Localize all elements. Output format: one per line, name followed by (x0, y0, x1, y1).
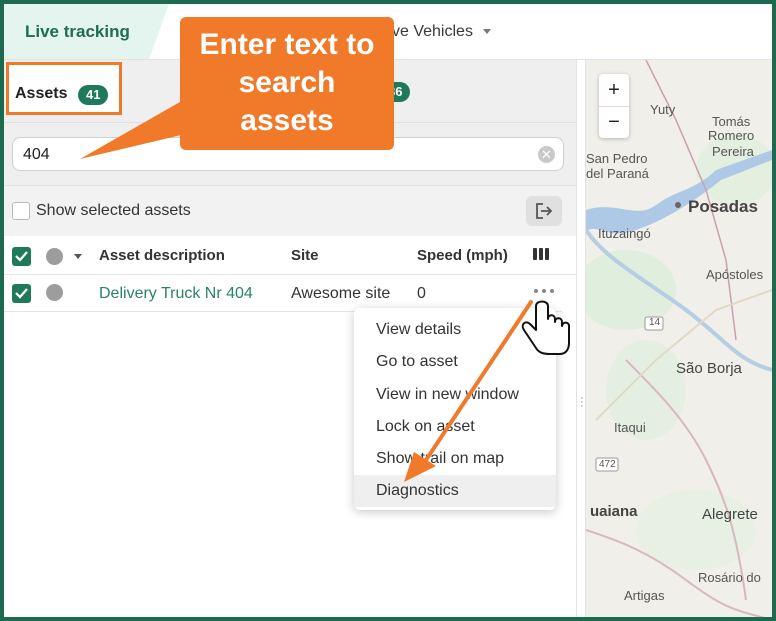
export-button[interactable] (526, 196, 562, 226)
drag-handle-icon: · · · (580, 392, 584, 412)
road-number: 14 (649, 317, 661, 328)
panel-splitter[interactable]: · · · (576, 60, 586, 617)
status-filter-icon[interactable] (46, 248, 63, 265)
map[interactable]: + − Yuty Tomás Romero Pereira San Pedro … (586, 60, 772, 617)
map-label: Posadas (688, 197, 758, 216)
asset-speed: 0 (417, 285, 426, 302)
clear-icon[interactable]: ✕ (538, 146, 555, 163)
menu-item-go-to-asset[interactable]: Go to asset (354, 346, 556, 378)
map-label: Romero (708, 128, 755, 143)
export-icon (536, 203, 553, 219)
road-number: 472 (599, 459, 616, 470)
menu-item-lock-on-asset[interactable]: Lock on asset (354, 411, 556, 443)
check-icon (15, 251, 28, 262)
callout-text: Enter text to search assets (180, 26, 394, 140)
tab-vehicles-label: ve Vehicles (392, 23, 473, 40)
columns-icon[interactable] (532, 247, 550, 261)
menu-item-view-in-new-window[interactable]: View in new window (354, 379, 556, 411)
map-label: San Pedro (586, 151, 648, 166)
map-label: Rosário do (698, 570, 761, 585)
column-header-site[interactable]: Site (291, 247, 319, 264)
menu-item-show-trail[interactable]: Show trail on map (354, 443, 556, 475)
options-row: Show selected assets (4, 185, 576, 236)
check-icon (15, 288, 28, 299)
column-header-description[interactable]: Asset description (99, 247, 225, 264)
zoom-control: + − (599, 74, 629, 138)
assets-tab[interactable]: Assets 41 (6, 62, 122, 115)
chevron-down-icon[interactable] (74, 254, 82, 259)
map-label: del Paraná (586, 166, 649, 181)
map-label: uaiana (590, 503, 638, 520)
status-dot-icon (46, 284, 63, 301)
select-all-checkbox[interactable] (12, 247, 31, 266)
map-label: Ituzaingó (598, 226, 651, 241)
asset-site: Awesome site (291, 285, 391, 302)
more-options-button[interactable] (532, 281, 556, 299)
table-header: Asset description Site Speed (mph) (4, 236, 576, 275)
tab-live-tracking[interactable]: Live tracking (4, 4, 169, 59)
callout-line-3: assets (240, 104, 334, 137)
column-header-speed[interactable]: Speed (mph) (417, 247, 508, 264)
tab-live-tracking-label: Live tracking (25, 22, 130, 41)
menu-item-diagnostics[interactable]: Diagnostics (354, 475, 556, 507)
map-label: Yuty (650, 102, 676, 117)
map-label: Apóstoles (706, 267, 764, 282)
tab-vehicles-dropdown[interactable]: ve Vehicles (392, 23, 491, 41)
show-selected-checkbox[interactable] (12, 202, 30, 220)
map-label: São Borja (676, 360, 742, 377)
asset-description-link[interactable]: Delivery Truck Nr 404 (99, 285, 253, 303)
table-row[interactable]: Delivery Truck Nr 404 Awesome site 0 (4, 275, 562, 312)
map-label: Artigas (624, 588, 665, 603)
map-label: Itaqui (614, 420, 646, 435)
assets-tab-label: Assets (15, 85, 68, 102)
show-selected-label[interactable]: Show selected assets (36, 202, 191, 220)
map-label: Alegrete (702, 506, 758, 523)
app-window: Live tracking ve Vehicles Assets 41 36 ✕… (0, 0, 776, 621)
map-label: Tomás (712, 114, 751, 129)
callout-line-1: Enter text to (199, 28, 375, 61)
chevron-down-icon (482, 29, 491, 35)
map-label: Pereira (712, 144, 754, 159)
menu-item-view-details[interactable]: View details (354, 314, 556, 346)
row-checkbox[interactable] (12, 284, 31, 303)
callout-line-2: search (238, 66, 336, 99)
zoom-in-button[interactable]: + (599, 74, 629, 107)
context-menu: View details Go to asset View in new win… (354, 308, 556, 510)
zoom-out-button[interactable]: − (599, 106, 629, 138)
assets-count-badge: 41 (78, 85, 109, 105)
